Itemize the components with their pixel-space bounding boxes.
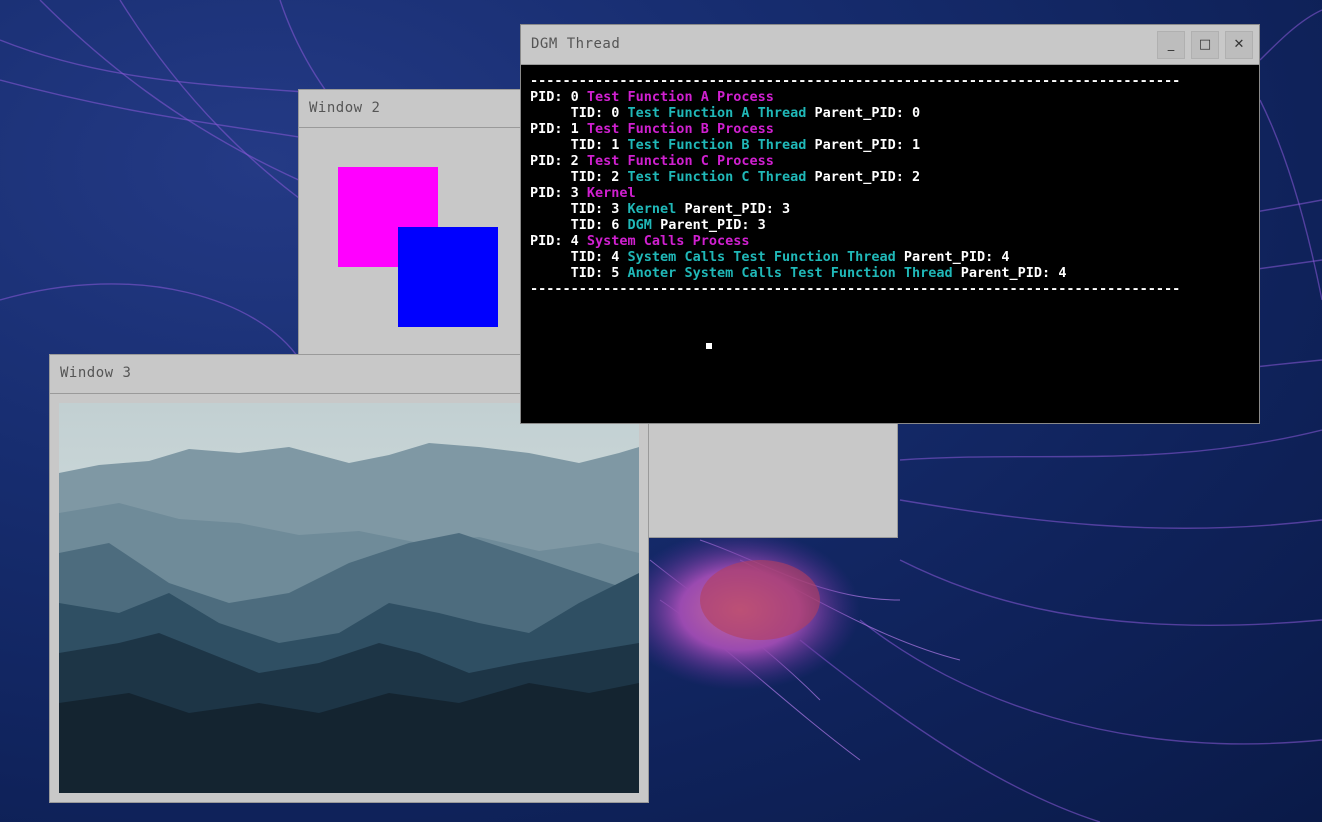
- process-name: Test Function A Process: [586, 89, 774, 105]
- parent-pid: Parent_PID: 1: [806, 137, 921, 153]
- parent-pid: Parent_PID: 0: [806, 105, 921, 121]
- parent-pid: Parent_PID: 4: [895, 249, 1010, 265]
- thread-name: DGM: [627, 217, 652, 233]
- process-line: PID: 2 Test Function C Process: [530, 153, 774, 169]
- separator-bottom: ----------------------------------------…: [530, 281, 1181, 297]
- separator-top: ----------------------------------------…: [530, 73, 1181, 89]
- close-icon: ✕: [1233, 37, 1245, 52]
- thread-line: TID: 1 Test Function B Thread Parent_PID…: [530, 137, 921, 153]
- process-name: Test Function C Process: [586, 153, 774, 169]
- parent-pid: Parent_PID: 4: [952, 265, 1067, 281]
- pid-label: PID: 0: [530, 89, 587, 105]
- thread-name: Test Function C Thread: [627, 169, 807, 185]
- maximize-icon: □: [1198, 37, 1212, 52]
- window-2-title: Window 2: [309, 100, 381, 116]
- maximize-button[interactable]: □: [1191, 31, 1219, 59]
- tid-label: TID: 0: [530, 105, 628, 121]
- thread-line: TID: 0 Test Function A Thread Parent_PID…: [530, 105, 921, 121]
- tid-label: TID: 5: [530, 265, 628, 281]
- window-3-title: Window 3: [60, 365, 132, 381]
- process-name: System Calls Process: [586, 233, 750, 249]
- dgm-thread-title: DGM Thread: [531, 36, 621, 52]
- thread-name: Anoter System Calls Test Function Thread: [627, 265, 953, 281]
- pid-label: PID: 2: [530, 153, 587, 169]
- mountain-landscape-image: [59, 403, 639, 793]
- process-line: PID: 0 Test Function A Process: [530, 89, 774, 105]
- close-button[interactable]: ✕: [1225, 31, 1253, 59]
- tid-label: TID: 4: [530, 249, 628, 265]
- desktop[interactable]: Window 2 Window 3 DGM Thread _ □ ✕ -----…: [0, 0, 1322, 822]
- thread-name: System Calls Test Function Thread: [627, 249, 896, 265]
- thread-name: Test Function A Thread: [627, 105, 807, 121]
- process-name: Kernel: [586, 185, 636, 201]
- terminal-output[interactable]: ----------------------------------------…: [521, 65, 1259, 423]
- thread-line: TID: 6 DGM Parent_PID: 3: [530, 217, 766, 233]
- thread-name: Kernel: [627, 201, 677, 217]
- thread-line: TID: 2 Test Function C Thread Parent_PID…: [530, 169, 921, 185]
- parent-pid: Parent_PID: 2: [806, 169, 921, 185]
- thread-name: Test Function B Thread: [627, 137, 807, 153]
- dgm-thread-titlebar[interactable]: DGM Thread _ □ ✕: [521, 25, 1259, 65]
- thread-line: TID: 5 Anoter System Calls Test Function…: [530, 265, 1067, 281]
- process-line: PID: 1 Test Function B Process: [530, 121, 774, 137]
- tid-label: TID: 3: [530, 201, 628, 217]
- minimize-button[interactable]: _: [1157, 31, 1185, 59]
- blue-square: [398, 227, 498, 327]
- process-name: Test Function B Process: [586, 121, 774, 137]
- tid-label: TID: 6: [530, 217, 628, 233]
- tid-label: TID: 1: [530, 137, 628, 153]
- pid-label: PID: 4: [530, 233, 587, 249]
- thread-line: TID: 3 Kernel Parent_PID: 3: [530, 201, 791, 217]
- process-line: PID: 3 Kernel: [530, 185, 636, 201]
- parent-pid: Parent_PID: 3: [676, 201, 791, 217]
- tid-label: TID: 2: [530, 169, 628, 185]
- mouse-cursor: [706, 343, 712, 349]
- pid-label: PID: 3: [530, 185, 587, 201]
- pid-label: PID: 1: [530, 121, 587, 137]
- minimize-icon: _: [1167, 37, 1175, 52]
- thread-line: TID: 4 System Calls Test Function Thread…: [530, 249, 1010, 265]
- parent-pid: Parent_PID: 3: [651, 217, 766, 233]
- dgm-thread-window[interactable]: DGM Thread _ □ ✕ -----------------------…: [520, 24, 1260, 424]
- process-line: PID: 4 System Calls Process: [530, 233, 749, 249]
